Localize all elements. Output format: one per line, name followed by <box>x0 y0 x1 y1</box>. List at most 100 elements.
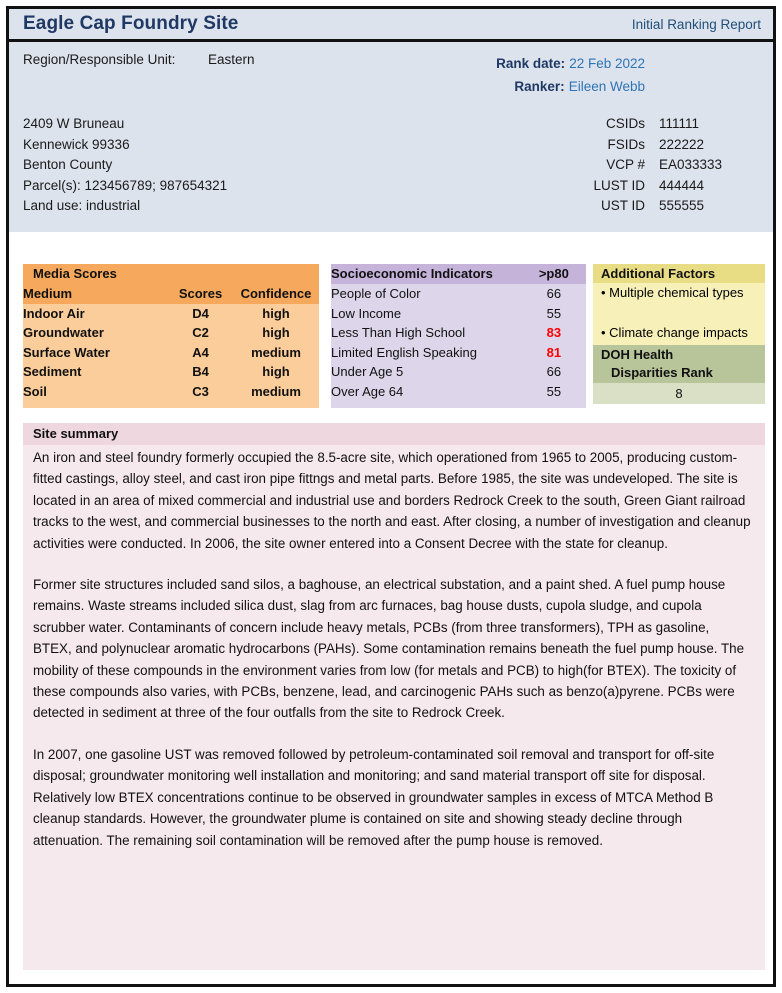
media-scores-title-row: Media Scores <box>23 264 319 284</box>
socioeconomic-name: Under Age 5 <box>331 362 522 382</box>
media-scores-table: Media Scores Medium Scores Confidence In… <box>23 264 319 408</box>
address-line: 2409 W Bruneau <box>23 116 125 131</box>
report-title-bar: Eagle Cap Foundry Site Initial Ranking R… <box>9 9 773 42</box>
media-scores-title: Media Scores <box>23 264 319 284</box>
site-summary-panel: Site summary An iron and steel foundry f… <box>23 423 765 970</box>
socioeconomic-title: Socioeconomic Indicators <box>331 264 522 284</box>
report-type-label: Initial Ranking Report <box>631 16 761 32</box>
socioeconomic-name: Over Age 64 <box>331 381 522 402</box>
ranker-row: Ranker: Eileen Webb <box>496 75 645 98</box>
media-score: A4 <box>168 342 233 363</box>
site-summary-paragraph: In 2007, one gasoline UST was removed fo… <box>33 746 715 848</box>
doh-health-title: DOH Health Disparities Rank <box>593 345 765 383</box>
region-label: Region/Responsible Unit: <box>23 52 176 67</box>
identifier-row: VCP # EA033333 <box>565 155 759 176</box>
additional-factors-panel: Additional Factors • Multiple chemical t… <box>593 264 765 404</box>
page-title: Eagle Cap Foundry Site <box>23 13 239 34</box>
media-medium: Indoor Air <box>23 303 168 324</box>
socioeconomic-name: Limited English Speaking <box>331 342 522 363</box>
identifier-key: LUST ID <box>593 177 645 193</box>
socioeconomic-value-header: >p80 <box>521 264 586 284</box>
table-row: Groundwater C2 high <box>23 323 319 343</box>
report-page: Eagle Cap Foundry Site Initial Ranking R… <box>0 0 782 993</box>
rank-date-label: Rank date: <box>496 56 566 71</box>
additional-factor-item: • Multiple chemical types <box>601 285 744 300</box>
media-score: B4 <box>168 362 233 382</box>
media-score: C3 <box>168 381 233 402</box>
site-address: 2409 W Bruneau Kennewick 99336 Benton Co… <box>23 114 227 217</box>
media-col-scores: Scores <box>168 283 233 304</box>
address-line: Kennewick 99336 <box>23 136 130 152</box>
identifier-key: UST ID <box>600 198 645 213</box>
media-col-confidence: Confidence <box>233 283 319 304</box>
table-row: Limited English Speaking 81 <box>331 342 586 363</box>
media-score: D4 <box>168 303 233 324</box>
media-medium: Groundwater <box>23 323 168 343</box>
additional-factor-item: • Climate change impacts <box>601 325 748 340</box>
site-summary-paragraph: An iron and steel foundry formerly occup… <box>33 450 751 551</box>
ranker-value: Eileen Webb <box>568 79 645 94</box>
media-medium: Sediment <box>23 362 168 382</box>
socioeconomic-name: Low Income <box>331 303 522 324</box>
socioeconomic-header-row: Socioeconomic Indicators >p80 <box>331 264 586 284</box>
socioeconomic-table-footer-pad <box>331 401 586 408</box>
identifier-value: 111111 <box>659 116 700 131</box>
doh-title-line2: Disparities Rank <box>611 365 713 380</box>
identifier-value: 555555 <box>659 198 705 213</box>
identifier-key: CSIDs <box>605 116 645 131</box>
table-row: Surface Water A4 medium <box>23 342 319 363</box>
media-confidence: high <box>233 362 319 382</box>
additional-factors-title: Additional Factors <box>593 264 765 283</box>
socioeconomic-name: People of Color <box>331 284 522 304</box>
doh-health-rank-value: 8 <box>593 383 765 404</box>
media-scores-header-row: Medium Scores Confidence <box>23 283 319 304</box>
media-table-footer-pad <box>23 401 319 408</box>
media-confidence: medium <box>233 342 319 363</box>
address-line: Parcel(s): 123456789; 987654321 <box>23 177 228 193</box>
scores-panels: Media Scores Medium Scores Confidence In… <box>9 232 773 419</box>
address-line: Land use: industrial <box>23 198 141 213</box>
region-info: Region/Responsible Unit: Eastern <box>23 52 255 67</box>
rank-date-row: Rank date: 22 Feb 2022 <box>496 52 645 75</box>
table-row: Under Age 5 66 <box>331 362 586 382</box>
media-col-medium: Medium <box>23 283 168 304</box>
socioeconomic-name: Less Than High School <box>331 323 522 343</box>
identifier-key: FSIDs <box>607 136 645 152</box>
identifier-value: EA033333 <box>659 157 723 172</box>
media-confidence: high <box>233 303 319 324</box>
socioeconomic-value: 81 <box>521 342 586 363</box>
site-summary-heading: Site summary <box>23 423 765 445</box>
rank-date-value: 22 Feb 2022 <box>569 56 645 71</box>
media-confidence: high <box>233 323 319 343</box>
identifier-value: 222222 <box>659 136 705 152</box>
region-value: Eastern <box>208 52 255 67</box>
identifier-row: FSIDs 222222 <box>565 135 759 156</box>
socioeconomic-value: 55 <box>521 303 586 324</box>
identifier-key: VCP # <box>606 157 645 172</box>
table-row: Over Age 64 55 <box>331 381 586 402</box>
table-row: Soil C3 medium <box>23 381 319 402</box>
address-line: Benton County <box>23 157 113 172</box>
ranker-label: Ranker: <box>514 79 565 94</box>
report-frame: Eagle Cap Foundry Site Initial Ranking R… <box>6 6 776 987</box>
identifier-list: CSIDs 111111 FSIDs 222222 VCP # EA033333… <box>565 114 759 217</box>
socioeconomic-value: 66 <box>521 284 586 304</box>
socioeconomic-value: 66 <box>521 362 586 382</box>
media-score: C2 <box>168 323 233 343</box>
identifier-row: CSIDs 111111 <box>565 114 759 135</box>
table-row: Indoor Air D4 high <box>23 303 319 324</box>
table-row: Less Than High School 83 <box>331 323 586 343</box>
table-row: People of Color 66 <box>331 284 586 304</box>
doh-title-line1: DOH Health <box>601 347 674 362</box>
media-medium: Soil <box>23 381 168 402</box>
media-confidence: medium <box>233 381 319 402</box>
identifier-row: LUST ID 444444 <box>565 176 759 197</box>
media-medium: Surface Water <box>23 342 168 363</box>
table-row: Sediment B4 high <box>23 362 319 382</box>
identifier-value: 444444 <box>659 177 705 193</box>
site-summary-body: An iron and steel foundry formerly occup… <box>23 445 765 861</box>
socioeconomic-value: 83 <box>521 323 586 343</box>
socioeconomic-table: Socioeconomic Indicators >p80 People of … <box>331 264 586 408</box>
site-summary-paragraph: Former site structures included sand sil… <box>33 577 745 721</box>
site-info-band: Region/Responsible Unit: Eastern Rank da… <box>9 42 773 232</box>
